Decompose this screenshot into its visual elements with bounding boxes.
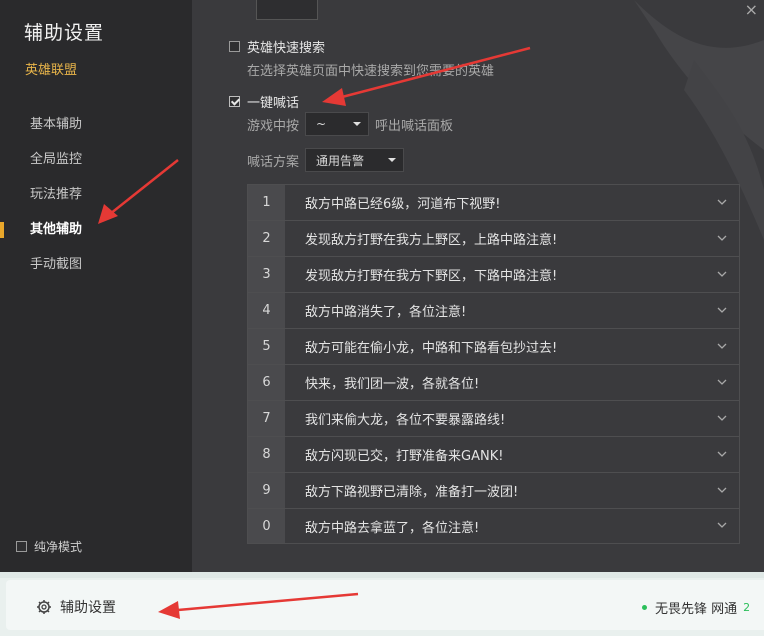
phrase-list: 1 敌方中路已经6级，河道布下视野! 2 发现敌方打野在我方上野区，上路中路注意… bbox=[247, 184, 740, 544]
bottom-bar: 辅助设置 无畏先锋 网通 2 bbox=[0, 578, 764, 636]
sidebar-title: 辅助设置 bbox=[24, 22, 105, 44]
hotkey-prefix: 游戏中按 bbox=[247, 118, 300, 134]
game-label: 英雄联盟 bbox=[25, 63, 78, 78]
phrase-number: 7 bbox=[248, 401, 285, 436]
phrase-number: 6 bbox=[248, 365, 285, 400]
pure-mode-label: 纯净模式 bbox=[34, 540, 83, 554]
list-item[interactable]: 2 发现敌方打野在我方上野区，上路中路注意! bbox=[247, 220, 740, 256]
phrase-text: 发现敌方打野在我方上野区，上路中路注意! bbox=[305, 233, 558, 248]
sidebar-item-basic[interactable]: 基本辅助 bbox=[0, 112, 192, 138]
phrase-text: 快来，我们团一波，各就各位! bbox=[305, 377, 480, 392]
phrase-number: 8 bbox=[248, 437, 285, 472]
list-item[interactable]: 8 敌方闪现已交，打野准备来GANK! bbox=[247, 436, 740, 472]
close-button[interactable]: × bbox=[745, 0, 758, 19]
hotkey-row: 游戏中按 ~ 呼出喊话面板 bbox=[247, 112, 453, 136]
list-item[interactable]: 0 敌方中路去拿蓝了，各位注意! bbox=[247, 508, 740, 544]
chevron-down-icon[interactable] bbox=[717, 235, 727, 243]
pure-mode-checkbox[interactable]: 纯净模式 bbox=[16, 538, 82, 555]
chevron-down-icon[interactable] bbox=[717, 307, 727, 315]
chevron-down-icon[interactable] bbox=[717, 379, 727, 387]
phrase-number: 3 bbox=[248, 257, 285, 292]
assist-settings-button[interactable]: 辅助设置 bbox=[36, 597, 116, 617]
phrase-text: 敌方中路已经6级，河道布下视野! bbox=[305, 197, 501, 212]
sidebar-item-other[interactable]: 其他辅助 bbox=[0, 217, 192, 243]
chevron-down-icon[interactable] bbox=[717, 415, 727, 423]
sidebar: 辅助设置 英雄联盟 基本辅助 全局监控 玩法推荐 其他辅助 手动截图 纯净模式 bbox=[0, 0, 192, 572]
phrase-text: 敌方中路消失了，各位注意! bbox=[305, 305, 467, 320]
hotkey-dropdown[interactable]: ~ bbox=[305, 112, 370, 136]
scheme-dropdown[interactable]: 通用告警 bbox=[305, 148, 405, 172]
sidebar-item-monitor[interactable]: 全局监控 bbox=[0, 147, 192, 173]
list-item[interactable]: 4 敌方中路消失了，各位注意! bbox=[247, 292, 740, 328]
phrase-number: 4 bbox=[248, 293, 285, 328]
quick-search-option[interactable]: 英雄快速搜索 bbox=[229, 37, 325, 56]
chevron-down-icon bbox=[388, 158, 397, 162]
phrase-number: 9 bbox=[248, 473, 285, 508]
hotkey-value: ~ bbox=[316, 117, 327, 131]
phrase-text: 敌方可能在偷小龙，中路和下路看包抄过去! bbox=[305, 341, 558, 356]
phrase-number: 0 bbox=[248, 509, 285, 543]
scheme-value: 通用告警 bbox=[316, 153, 365, 168]
list-item[interactable]: 6 快来，我们团一波，各就各位! bbox=[247, 364, 740, 400]
chevron-down-icon[interactable] bbox=[717, 451, 727, 459]
scheme-row: 喊话方案 通用告警 bbox=[247, 148, 410, 172]
list-item[interactable]: 1 敌方中路已经6级，河道布下视野! bbox=[247, 184, 740, 220]
hotkey-suffix: 呼出喊话面板 bbox=[375, 118, 454, 134]
chevron-down-icon[interactable] bbox=[717, 522, 727, 530]
chevron-down-icon[interactable] bbox=[717, 343, 727, 351]
phrase-text: 敌方闪现已交，打野准备来GANK! bbox=[305, 449, 504, 464]
server-status: 无畏先锋 网通 2 bbox=[642, 598, 750, 617]
status-dot-icon bbox=[642, 605, 647, 610]
one-key-shout-option[interactable]: 一键喊话 bbox=[229, 92, 299, 111]
status-badge: 2 bbox=[743, 601, 751, 614]
phrase-number: 5 bbox=[248, 329, 285, 364]
list-item[interactable]: 9 敌方下路视野已清除，准备打一波团! bbox=[247, 472, 740, 508]
partial-setting-row bbox=[248, 0, 318, 20]
phrase-text: 敌方中路去拿蓝了，各位注意! bbox=[305, 520, 480, 536]
checkbox-icon bbox=[16, 541, 27, 552]
chevron-down-icon bbox=[353, 122, 362, 126]
list-item[interactable]: 5 敌方可能在偷小龙，中路和下路看包抄过去! bbox=[247, 328, 740, 364]
quick-search-desc: 在选择英雄页面中快速搜索到您需要的英雄 bbox=[247, 64, 495, 79]
assist-settings-label: 辅助设置 bbox=[60, 600, 116, 616]
gear-icon bbox=[37, 600, 51, 614]
chevron-down-icon[interactable] bbox=[717, 487, 727, 495]
sidebar-item-screenshot[interactable]: 手动截图 bbox=[0, 252, 192, 278]
phrase-text: 我们来偷大龙，各位不要暴露路线! bbox=[305, 413, 506, 428]
one-key-shout-label: 一键喊话 bbox=[247, 96, 300, 111]
partial-input-box[interactable] bbox=[256, 0, 318, 20]
phrase-text: 发现敌方打野在我方下野区，下路中路注意! bbox=[305, 269, 558, 284]
phrase-text: 敌方下路视野已清除，准备打一波团! bbox=[305, 485, 519, 500]
chevron-down-icon[interactable] bbox=[717, 199, 727, 207]
list-item[interactable]: 3 发现敌方打野在我方下野区，下路中路注意! bbox=[247, 256, 740, 292]
quick-search-label: 英雄快速搜索 bbox=[247, 41, 326, 56]
sidebar-item-recommend[interactable]: 玩法推荐 bbox=[0, 182, 192, 208]
phrase-number: 2 bbox=[248, 221, 285, 256]
phrase-number: 1 bbox=[248, 185, 285, 220]
scheme-label: 喊话方案 bbox=[247, 154, 300, 170]
checkbox-checked-icon bbox=[229, 96, 240, 107]
chevron-down-icon[interactable] bbox=[717, 271, 727, 279]
checkbox-icon bbox=[229, 41, 240, 52]
server-name: 无畏先锋 网通 bbox=[655, 602, 738, 617]
main-content: × 英雄快速搜索 在选择英雄页面中快速搜索到您需要的英雄 一键喊话 游戏中按 ~… bbox=[192, 0, 764, 572]
list-item[interactable]: 7 我们来偷大龙，各位不要暴露路线! bbox=[247, 400, 740, 436]
